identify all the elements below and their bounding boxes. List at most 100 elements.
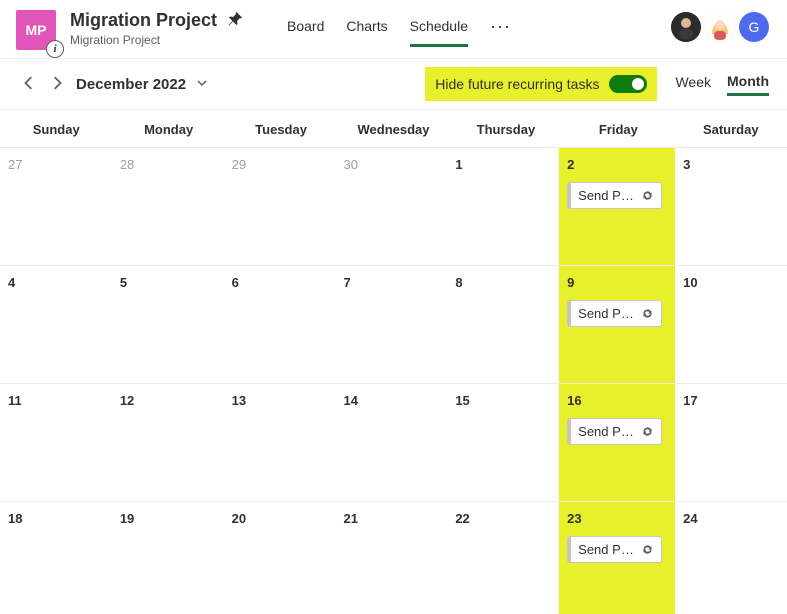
project-tile[interactable]: MP i [16,10,56,50]
day-cell[interactable]: 20 [224,502,336,614]
dow-fri: Friday [562,110,674,147]
month-picker-icon[interactable] [196,76,208,92]
project-title: Migration Project [70,10,217,31]
day-cell[interactable]: 17 [675,384,787,501]
day-number: 2 [567,157,574,172]
day-number: 20 [232,511,246,526]
day-cell[interactable]: 10 [675,266,787,383]
hide-recurring-label: Hide future recurring tasks [435,76,599,92]
day-number: 7 [344,275,351,290]
day-number: 23 [567,511,581,526]
pin-icon[interactable] [227,11,243,30]
day-number: 10 [683,275,697,290]
day-cell[interactable]: 4 [0,266,112,383]
day-number: 19 [120,511,134,526]
view-switch: Week Month [675,73,769,96]
recurring-icon [641,425,654,438]
task-chip[interactable]: Send Proj… [567,182,662,209]
day-number: 22 [455,511,469,526]
info-icon[interactable]: i [46,40,64,58]
avatar-2[interactable] [705,12,735,42]
day-number: 14 [344,393,358,408]
month-nav [22,76,64,93]
more-tabs-icon[interactable]: ··· [490,14,511,37]
day-cell[interactable]: 8 [447,266,559,383]
day-cell[interactable]: 27 [0,148,112,265]
calendar: Sunday Monday Tuesday Wednesday Thursday… [0,109,787,614]
day-cell[interactable]: 29 [224,148,336,265]
toggle-knob [632,78,644,90]
avatar-3[interactable]: G [739,12,769,42]
day-number: 6 [232,275,239,290]
project-initials: MP [26,22,47,38]
recurring-icon [641,543,654,556]
day-cell[interactable]: 5 [112,266,224,383]
task-chip[interactable]: Send Proj… [567,418,662,445]
week-row: 18 19 20 21 22 23 Send Proj… 24 [0,502,787,614]
day-cell[interactable]: 7 [336,266,448,383]
task-chip[interactable]: Send Proj… [567,536,662,563]
recurring-icon [641,307,654,320]
task-chip[interactable]: Send Proj… [567,300,662,327]
day-number: 12 [120,393,134,408]
app-root: MP i Migration Project Migration Project… [0,0,787,614]
day-cell[interactable]: 18 [0,502,112,614]
prev-month-icon[interactable] [22,76,36,93]
day-number: 3 [683,157,690,172]
avatars: G [671,10,769,42]
project-title-row: Migration Project [70,10,243,31]
day-cell[interactable]: 19 [112,502,224,614]
avatar-1[interactable] [671,12,701,42]
day-cell[interactable]: 14 [336,384,448,501]
day-cell[interactable]: 16 Send Proj… [559,384,675,501]
day-cell[interactable]: 11 [0,384,112,501]
day-number: 5 [120,275,127,290]
tab-charts[interactable]: Charts [346,14,387,44]
day-number: 27 [8,157,22,172]
header: MP i Migration Project Migration Project… [0,0,787,58]
day-cell[interactable]: 9 Send Proj… [559,266,675,383]
day-number: 11 [8,393,22,408]
day-cell[interactable]: 21 [336,502,448,614]
day-cell[interactable]: 12 [112,384,224,501]
dow-sat: Saturday [675,110,787,147]
day-cell[interactable]: 15 [447,384,559,501]
day-number: 4 [8,275,15,290]
current-month-label: December 2022 [76,76,186,93]
day-number: 9 [567,275,574,290]
tab-board[interactable]: Board [287,14,324,44]
day-number: 24 [683,511,697,526]
dow-sun: Sunday [0,110,112,147]
task-label: Send Proj… [578,188,635,203]
day-cell[interactable]: 24 [675,502,787,614]
view-month[interactable]: Month [727,73,769,96]
day-cell[interactable]: 28 [112,148,224,265]
task-label: Send Proj… [578,424,635,439]
day-number: 8 [455,275,462,290]
day-cell[interactable]: 30 [336,148,448,265]
day-cell[interactable]: 2 Send Proj… [559,148,675,265]
dow-tue: Tuesday [225,110,337,147]
day-number: 30 [344,157,358,172]
day-number: 21 [344,511,358,526]
project-subtitle: Migration Project [70,33,243,47]
day-number: 28 [120,157,134,172]
day-number: 18 [8,511,22,526]
week-row: 4 5 6 7 8 9 Send Proj… 10 [0,266,787,384]
day-cell[interactable]: 3 [675,148,787,265]
day-cell[interactable]: 6 [224,266,336,383]
week-row: 11 12 13 14 15 16 Send Proj… 17 [0,384,787,502]
next-month-icon[interactable] [50,76,64,93]
hide-recurring-toggle-wrap: Hide future recurring tasks [425,67,657,101]
hide-recurring-toggle[interactable] [609,75,647,93]
day-cell[interactable]: 1 [447,148,559,265]
view-week[interactable]: Week [675,74,711,94]
day-cell[interactable]: 23 Send Proj… [559,502,675,614]
project-title-block: Migration Project Migration Project [70,10,243,47]
weeks: 27 28 29 30 1 2 Send Proj… 3 4 5 6 [0,148,787,614]
day-cell[interactable]: 22 [447,502,559,614]
tab-schedule[interactable]: Schedule [410,14,468,47]
dow-thu: Thursday [450,110,562,147]
dow-row: Sunday Monday Tuesday Wednesday Thursday… [0,110,787,148]
day-cell[interactable]: 13 [224,384,336,501]
